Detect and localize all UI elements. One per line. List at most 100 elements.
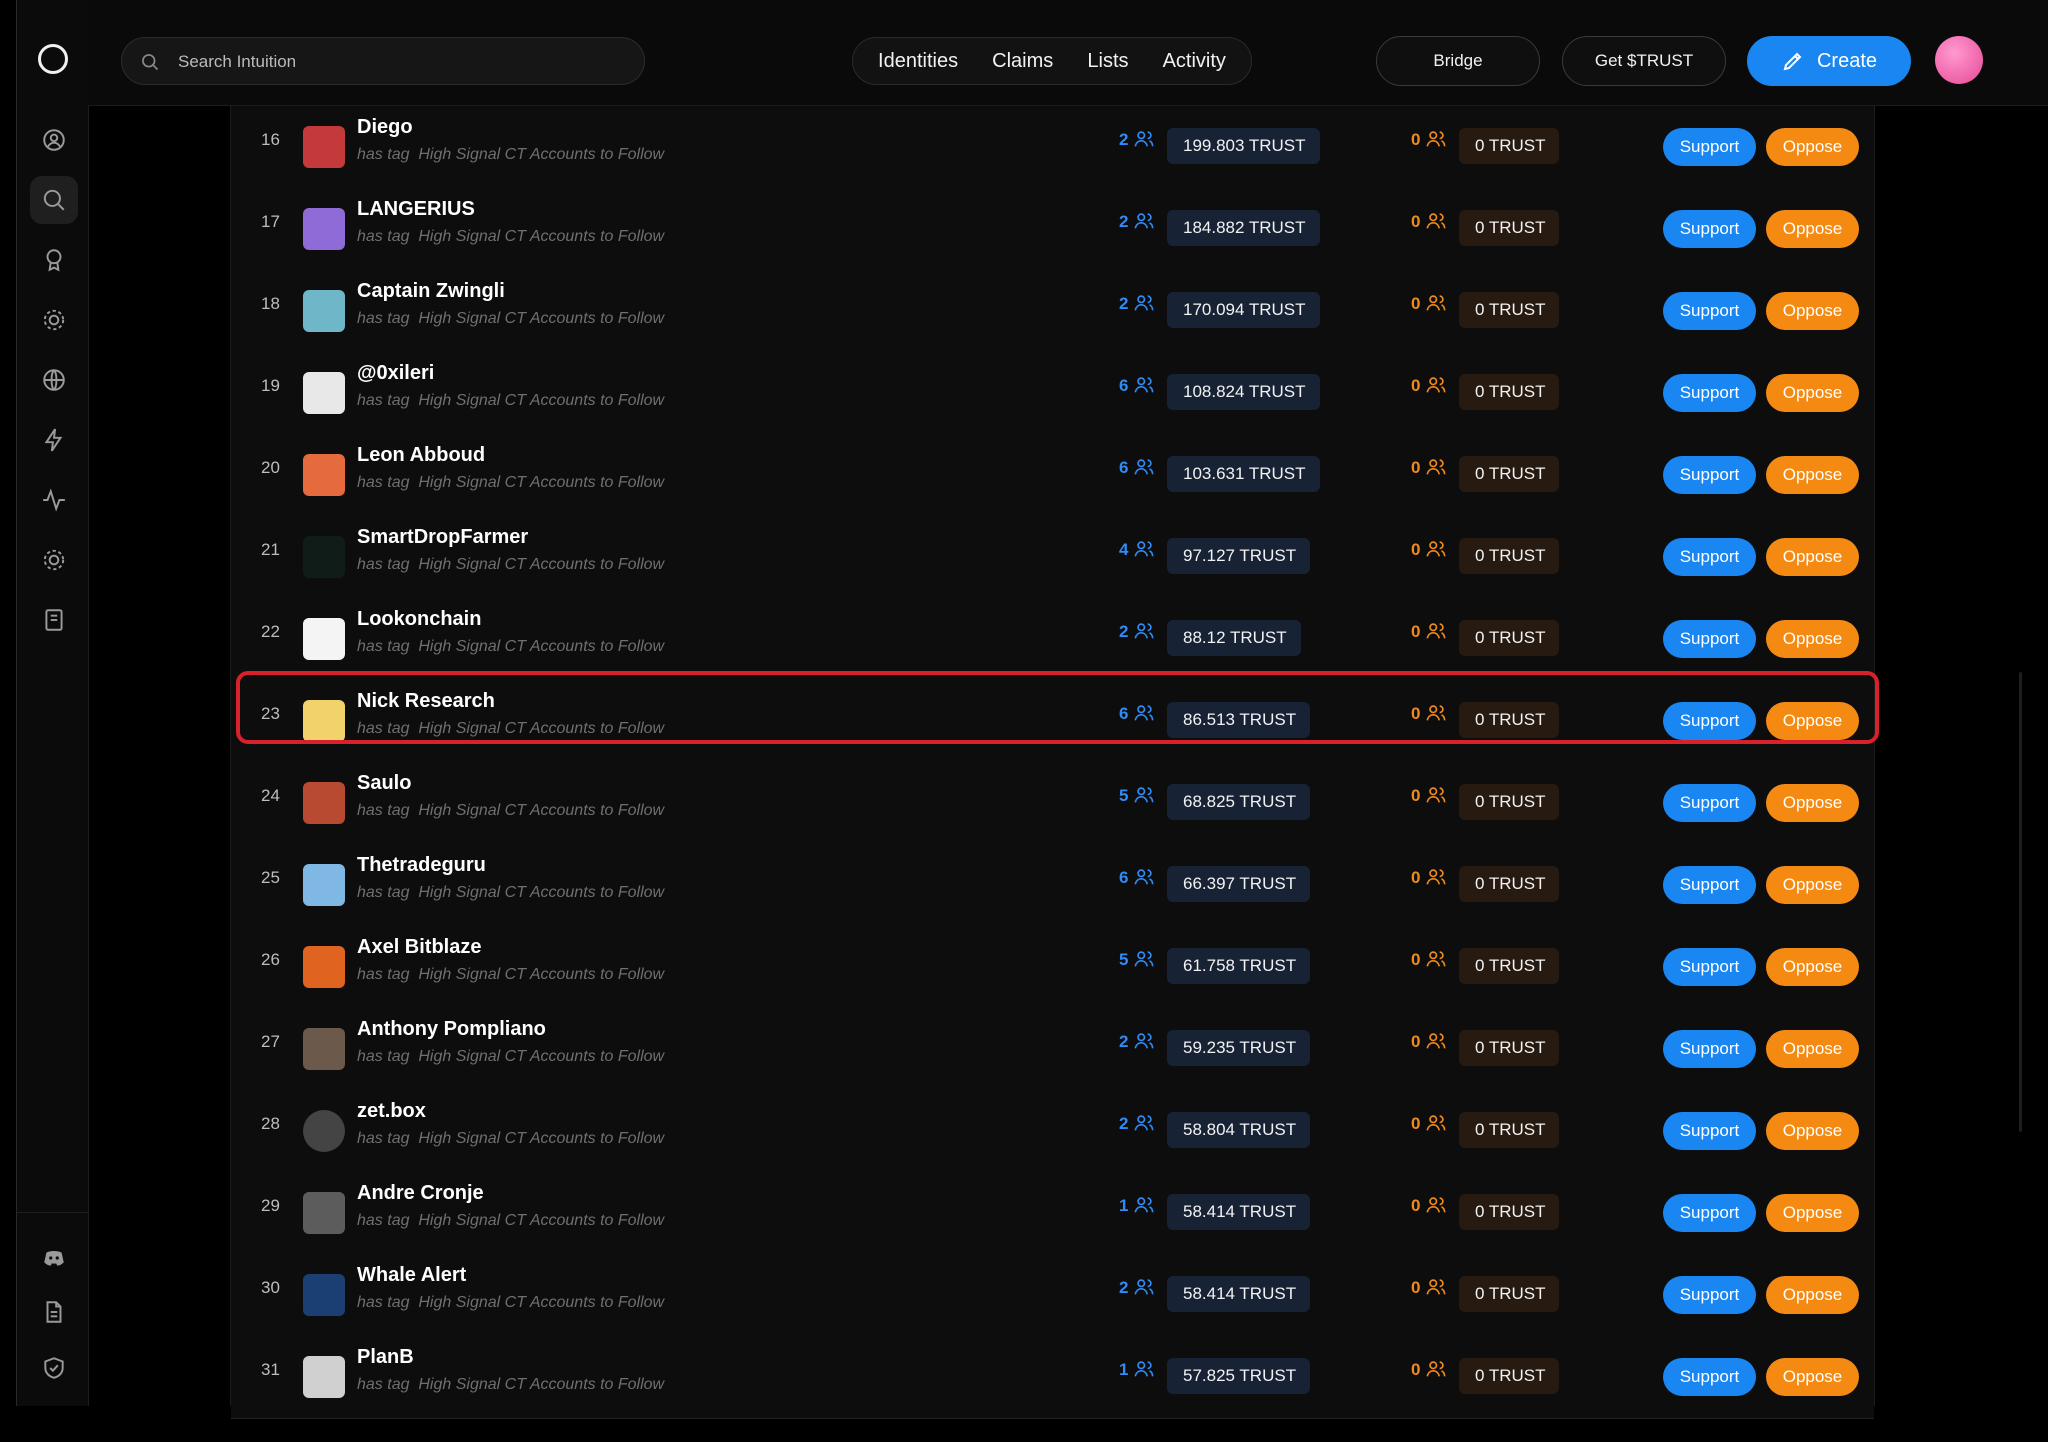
search-input[interactable] [176, 38, 620, 86]
sidebar-button-badge[interactable] [30, 236, 78, 284]
support-button[interactable]: Support [1663, 702, 1756, 740]
oppose-trust-amount[interactable]: 0 TRUST [1459, 1358, 1559, 1394]
support-button[interactable]: Support [1663, 210, 1756, 248]
identity-name[interactable]: Leon Abboud [357, 444, 485, 467]
sidebar-button-activity[interactable] [30, 476, 78, 524]
support-trust-amount[interactable]: 86.513 TRUST [1167, 702, 1311, 738]
identity-name[interactable]: Diego [357, 116, 413, 139]
support-button[interactable]: Support [1663, 1276, 1756, 1314]
support-trust-amount[interactable]: 57.825 TRUST [1167, 1358, 1311, 1394]
sidebar-button-discord[interactable] [30, 1234, 78, 1282]
tag-name[interactable]: High Signal CT Accounts to Follow [418, 638, 664, 655]
support-trust-amount[interactable]: 88.12 TRUST [1167, 620, 1301, 656]
identity-avatar[interactable] [303, 946, 345, 988]
identity-name[interactable]: LANGERIUS [357, 198, 475, 221]
support-trust-amount[interactable]: 103.631 TRUST [1167, 456, 1320, 492]
identity-name[interactable]: Andre Cronje [357, 1182, 484, 1205]
table-row[interactable]: 16 Diego has tag High Signal CT Accounts t… [231, 106, 1874, 189]
scrollbar[interactable] [2019, 672, 2022, 1132]
table-row[interactable]: 23 Nick Research has tag High Signal CT Ac… [231, 680, 1874, 763]
support-button[interactable]: Support [1663, 620, 1756, 658]
oppose-trust-amount[interactable]: 0 TRUST [1459, 620, 1559, 656]
identity-avatar[interactable] [303, 1110, 345, 1152]
identity-avatar[interactable] [303, 782, 345, 824]
table-row[interactable]: 20 Leon Abboud has tag High Signal CT Acco… [231, 434, 1874, 517]
support-trust-amount[interactable]: 108.824 TRUST [1167, 374, 1320, 410]
support-trust-amount[interactable]: 58.414 TRUST [1167, 1276, 1311, 1312]
oppose-trust-amount[interactable]: 0 TRUST [1459, 292, 1559, 328]
oppose-button[interactable]: Oppose [1766, 866, 1859, 904]
sidebar-button-settings-gear[interactable] [30, 296, 78, 344]
user-avatar[interactable] [1935, 36, 1983, 84]
support-button[interactable]: Support [1663, 538, 1756, 576]
table-row[interactable]: 22 Lookonchain has tag High Signal CT Acco… [231, 598, 1874, 681]
tag-name[interactable]: High Signal CT Accounts to Follow [418, 310, 664, 327]
oppose-trust-amount[interactable]: 0 TRUST [1459, 1194, 1559, 1230]
tag-name[interactable]: High Signal CT Accounts to Follow [418, 966, 664, 983]
identity-avatar[interactable] [303, 1192, 345, 1234]
oppose-trust-amount[interactable]: 0 TRUST [1459, 1276, 1559, 1312]
oppose-button[interactable]: Oppose [1766, 374, 1859, 412]
tag-name[interactable]: High Signal CT Accounts to Follow [418, 228, 664, 245]
oppose-button[interactable]: Oppose [1766, 538, 1859, 576]
tag-name[interactable]: High Signal CT Accounts to Follow [418, 1294, 664, 1311]
nav-lists[interactable]: Lists [1087, 50, 1128, 73]
identity-avatar[interactable] [303, 126, 345, 168]
identity-name[interactable]: Nick Research [357, 690, 495, 713]
nav-identities[interactable]: Identities [878, 50, 958, 73]
oppose-trust-amount[interactable]: 0 TRUST [1459, 374, 1559, 410]
oppose-button[interactable]: Oppose [1766, 1194, 1859, 1232]
table-row[interactable]: 31 PlanB has tag High Signal CT Accounts t… [231, 1336, 1874, 1419]
oppose-trust-amount[interactable]: 0 TRUST [1459, 538, 1559, 574]
identity-avatar[interactable] [303, 864, 345, 906]
oppose-button[interactable]: Oppose [1766, 784, 1859, 822]
search-box[interactable] [121, 37, 645, 86]
table-row[interactable]: 30 Whale Alert has tag High Signal CT Acco… [231, 1254, 1874, 1337]
identity-avatar[interactable] [303, 208, 345, 250]
table-row[interactable]: 24 Saulo has tag High Signal CT Accounts t… [231, 762, 1874, 845]
tag-name[interactable]: High Signal CT Accounts to Follow [418, 474, 664, 491]
support-button[interactable]: Support [1663, 1194, 1756, 1232]
oppose-trust-amount[interactable]: 0 TRUST [1459, 948, 1559, 984]
support-trust-amount[interactable]: 170.094 TRUST [1167, 292, 1320, 328]
oppose-trust-amount[interactable]: 0 TRUST [1459, 702, 1559, 738]
support-button[interactable]: Support [1663, 866, 1756, 904]
oppose-button[interactable]: Oppose [1766, 1030, 1859, 1068]
identity-name[interactable]: Axel Bitblaze [357, 936, 481, 959]
oppose-button[interactable]: Oppose [1766, 292, 1859, 330]
support-trust-amount[interactable]: 97.127 TRUST [1167, 538, 1311, 574]
identity-avatar[interactable] [303, 454, 345, 496]
tag-name[interactable]: High Signal CT Accounts to Follow [418, 1130, 664, 1147]
tag-name[interactable]: High Signal CT Accounts to Follow [418, 556, 664, 573]
identity-name[interactable]: Captain Zwingli [357, 280, 505, 303]
sidebar-button-lightning[interactable] [30, 416, 78, 464]
table-row[interactable]: 19 @0xileri has tag High Signal CT Account… [231, 352, 1874, 435]
oppose-trust-amount[interactable]: 0 TRUST [1459, 128, 1559, 164]
oppose-trust-amount[interactable]: 0 TRUST [1459, 210, 1559, 246]
tag-name[interactable]: High Signal CT Accounts to Follow [418, 1376, 664, 1393]
sidebar-button-book[interactable] [30, 596, 78, 644]
identity-name[interactable]: PlanB [357, 1346, 414, 1369]
table-row[interactable]: 28 zet.box has tag High Signal CT Accounts… [231, 1090, 1874, 1173]
table-row[interactable]: 27 Anthony Pompliano has tag High Signal C… [231, 1008, 1874, 1091]
identity-avatar[interactable] [303, 290, 345, 332]
oppose-trust-amount[interactable]: 0 TRUST [1459, 1030, 1559, 1066]
table-row[interactable]: 25 Thetradeguru has tag High Signal CT Acc… [231, 844, 1874, 927]
support-button[interactable]: Support [1663, 1358, 1756, 1396]
tag-name[interactable]: High Signal CT Accounts to Follow [418, 146, 664, 163]
sidebar-button-search[interactable] [30, 176, 78, 224]
identity-name[interactable]: SmartDropFarmer [357, 526, 528, 549]
sidebar-button-gear[interactable] [30, 536, 78, 584]
identity-name[interactable]: Anthony Pompliano [357, 1018, 546, 1041]
identity-avatar[interactable] [303, 1356, 345, 1398]
table-row[interactable]: 29 Andre Cronje has tag High Signal CT Acc… [231, 1172, 1874, 1255]
identity-name[interactable]: Whale Alert [357, 1264, 466, 1287]
identity-avatar[interactable] [303, 372, 345, 414]
sidebar-button-document[interactable] [30, 1288, 78, 1336]
oppose-button[interactable]: Oppose [1766, 128, 1859, 166]
support-button[interactable]: Support [1663, 128, 1756, 166]
oppose-button[interactable]: Oppose [1766, 210, 1859, 248]
support-trust-amount[interactable]: 61.758 TRUST [1167, 948, 1311, 984]
support-button[interactable]: Support [1663, 456, 1756, 494]
table-row[interactable]: 26 Axel Bitblaze has tag High Signal CT Ac… [231, 926, 1874, 1009]
